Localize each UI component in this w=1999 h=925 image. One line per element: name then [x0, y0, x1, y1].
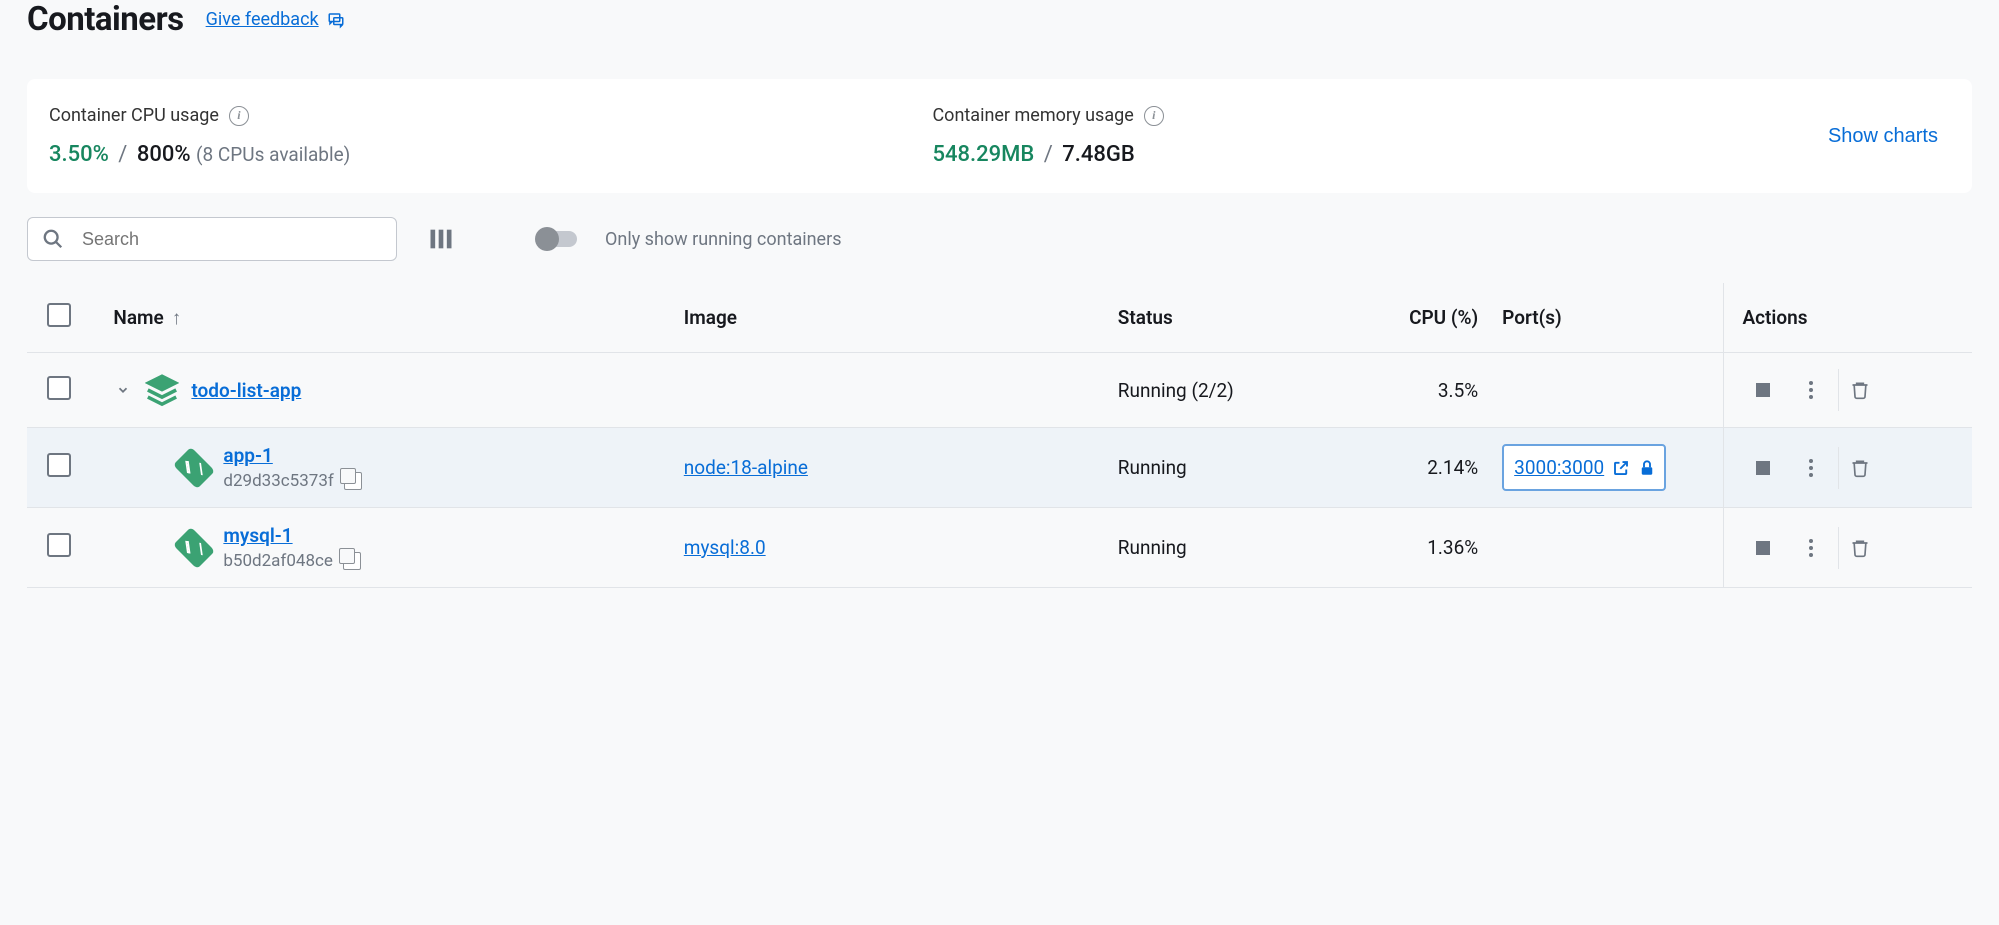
cpu-sep: / — [118, 142, 127, 167]
columns-icon — [427, 225, 455, 253]
cpu-available: (8 CPUs available) — [196, 143, 350, 166]
column-name-sort[interactable]: Name ↑ — [113, 306, 181, 330]
stop-icon — [1756, 461, 1770, 475]
stop-icon — [1756, 541, 1770, 555]
more-actions-button[interactable] — [1790, 447, 1832, 489]
chevron-down-icon — [116, 383, 130, 397]
table-row[interactable]: app-1 d29d33c5373f node:18-alpine Runnin… — [27, 428, 1972, 508]
stop-button[interactable] — [1742, 447, 1784, 489]
select-all-checkbox[interactable] — [47, 303, 71, 327]
container-id: b50d2af048ce — [223, 551, 333, 571]
cpu-cell: 2.14% — [1354, 428, 1490, 508]
cpu-total: 800% — [137, 142, 191, 167]
cpu-stat: Container CPU usage i 3.50% / 800% (8 CP… — [49, 105, 932, 167]
feedback-label: Give feedback — [206, 9, 319, 30]
more-actions-button[interactable] — [1790, 369, 1832, 411]
cpu-used: 3.50% — [49, 142, 109, 167]
image-link[interactable]: node:18-alpine — [684, 456, 808, 479]
mem-sep: / — [1044, 142, 1053, 167]
kebab-icon — [1809, 381, 1813, 399]
give-feedback-link[interactable]: Give feedback — [206, 9, 345, 30]
table-row[interactable]: todo-list-app Running (2/2) 3.5% — [27, 353, 1972, 428]
memory-stat: Container memory usage i 548.29MB / 7.48… — [932, 105, 1815, 167]
copy-id-button[interactable] — [344, 472, 362, 490]
cpu-label: Container CPU usage — [49, 105, 219, 126]
copy-id-button[interactable] — [343, 552, 361, 570]
container-name-link[interactable]: app-1 — [223, 444, 361, 467]
status-cell: Running (2/2) — [1106, 353, 1354, 428]
trash-icon — [1850, 379, 1870, 401]
cpu-cell: 3.5% — [1354, 353, 1490, 428]
row-checkbox[interactable] — [47, 376, 71, 400]
mem-label: Container memory usage — [932, 105, 1133, 126]
column-actions: Actions — [1724, 283, 1972, 353]
status-cell: Running — [1106, 428, 1354, 508]
info-icon[interactable]: i — [229, 106, 249, 126]
search-icon — [42, 228, 64, 250]
ports-cell — [1490, 508, 1724, 588]
chat-icon — [327, 11, 345, 29]
container-name-link[interactable]: todo-list-app — [191, 379, 301, 402]
lock-icon — [1638, 459, 1656, 477]
delete-button[interactable] — [1838, 527, 1880, 569]
sort-asc-icon: ↑ — [172, 306, 182, 330]
container-id: d29d33c5373f — [223, 471, 333, 491]
stop-button[interactable] — [1742, 527, 1784, 569]
delete-button[interactable] — [1838, 369, 1880, 411]
cpu-cell: 1.36% — [1354, 508, 1490, 588]
delete-button[interactable] — [1838, 447, 1880, 489]
toolbar: Only show running containers — [27, 217, 1972, 261]
ports-cell — [1490, 353, 1724, 428]
containers-table: Name ↑ Image Status CPU (%) Port(s) Acti… — [27, 283, 1972, 588]
mem-total: 7.48GB — [1062, 142, 1135, 167]
trash-icon — [1850, 537, 1870, 559]
container-name-link[interactable]: mysql-1 — [223, 524, 361, 547]
column-cpu[interactable]: CPU (%) — [1354, 283, 1490, 353]
container-icon — [173, 526, 215, 568]
mem-used: 548.29MB — [932, 142, 1034, 167]
stop-button[interactable] — [1742, 369, 1784, 411]
stop-icon — [1756, 383, 1770, 397]
trash-icon — [1850, 457, 1870, 479]
kebab-icon — [1809, 539, 1813, 557]
container-icon — [173, 446, 215, 488]
status-cell: Running — [1106, 508, 1354, 588]
column-image[interactable]: Image — [672, 283, 1106, 353]
more-actions-button[interactable] — [1790, 527, 1832, 569]
stats-card: Container CPU usage i 3.50% / 800% (8 CP… — [27, 79, 1972, 193]
page-title: Containers — [27, 0, 184, 39]
kebab-icon — [1809, 459, 1813, 477]
table-row[interactable]: mysql-1 b50d2af048ce mysql:8.0 Running 1… — [27, 508, 1972, 588]
toggle-knob — [535, 227, 559, 251]
expand-toggle[interactable] — [113, 380, 133, 400]
compose-stack-icon — [145, 373, 179, 407]
info-icon[interactable]: i — [1144, 106, 1164, 126]
running-only-toggle[interactable] — [537, 231, 577, 247]
image-link[interactable]: mysql:8.0 — [684, 536, 766, 559]
search-input[interactable] — [82, 229, 382, 250]
port-link[interactable]: 3000:3000 — [1502, 444, 1666, 491]
columns-button[interactable] — [425, 223, 457, 255]
column-status[interactable]: Status — [1106, 283, 1354, 353]
search-box[interactable] — [27, 217, 397, 261]
show-charts-button[interactable]: Show charts — [1816, 117, 1950, 156]
row-checkbox[interactable] — [47, 453, 71, 477]
image-cell — [672, 353, 1106, 428]
open-external-icon — [1612, 459, 1630, 477]
page-header: Containers Give feedback — [27, 0, 1972, 39]
row-checkbox[interactable] — [47, 533, 71, 557]
column-ports[interactable]: Port(s) — [1490, 283, 1724, 353]
toggle-label: Only show running containers — [605, 229, 842, 250]
